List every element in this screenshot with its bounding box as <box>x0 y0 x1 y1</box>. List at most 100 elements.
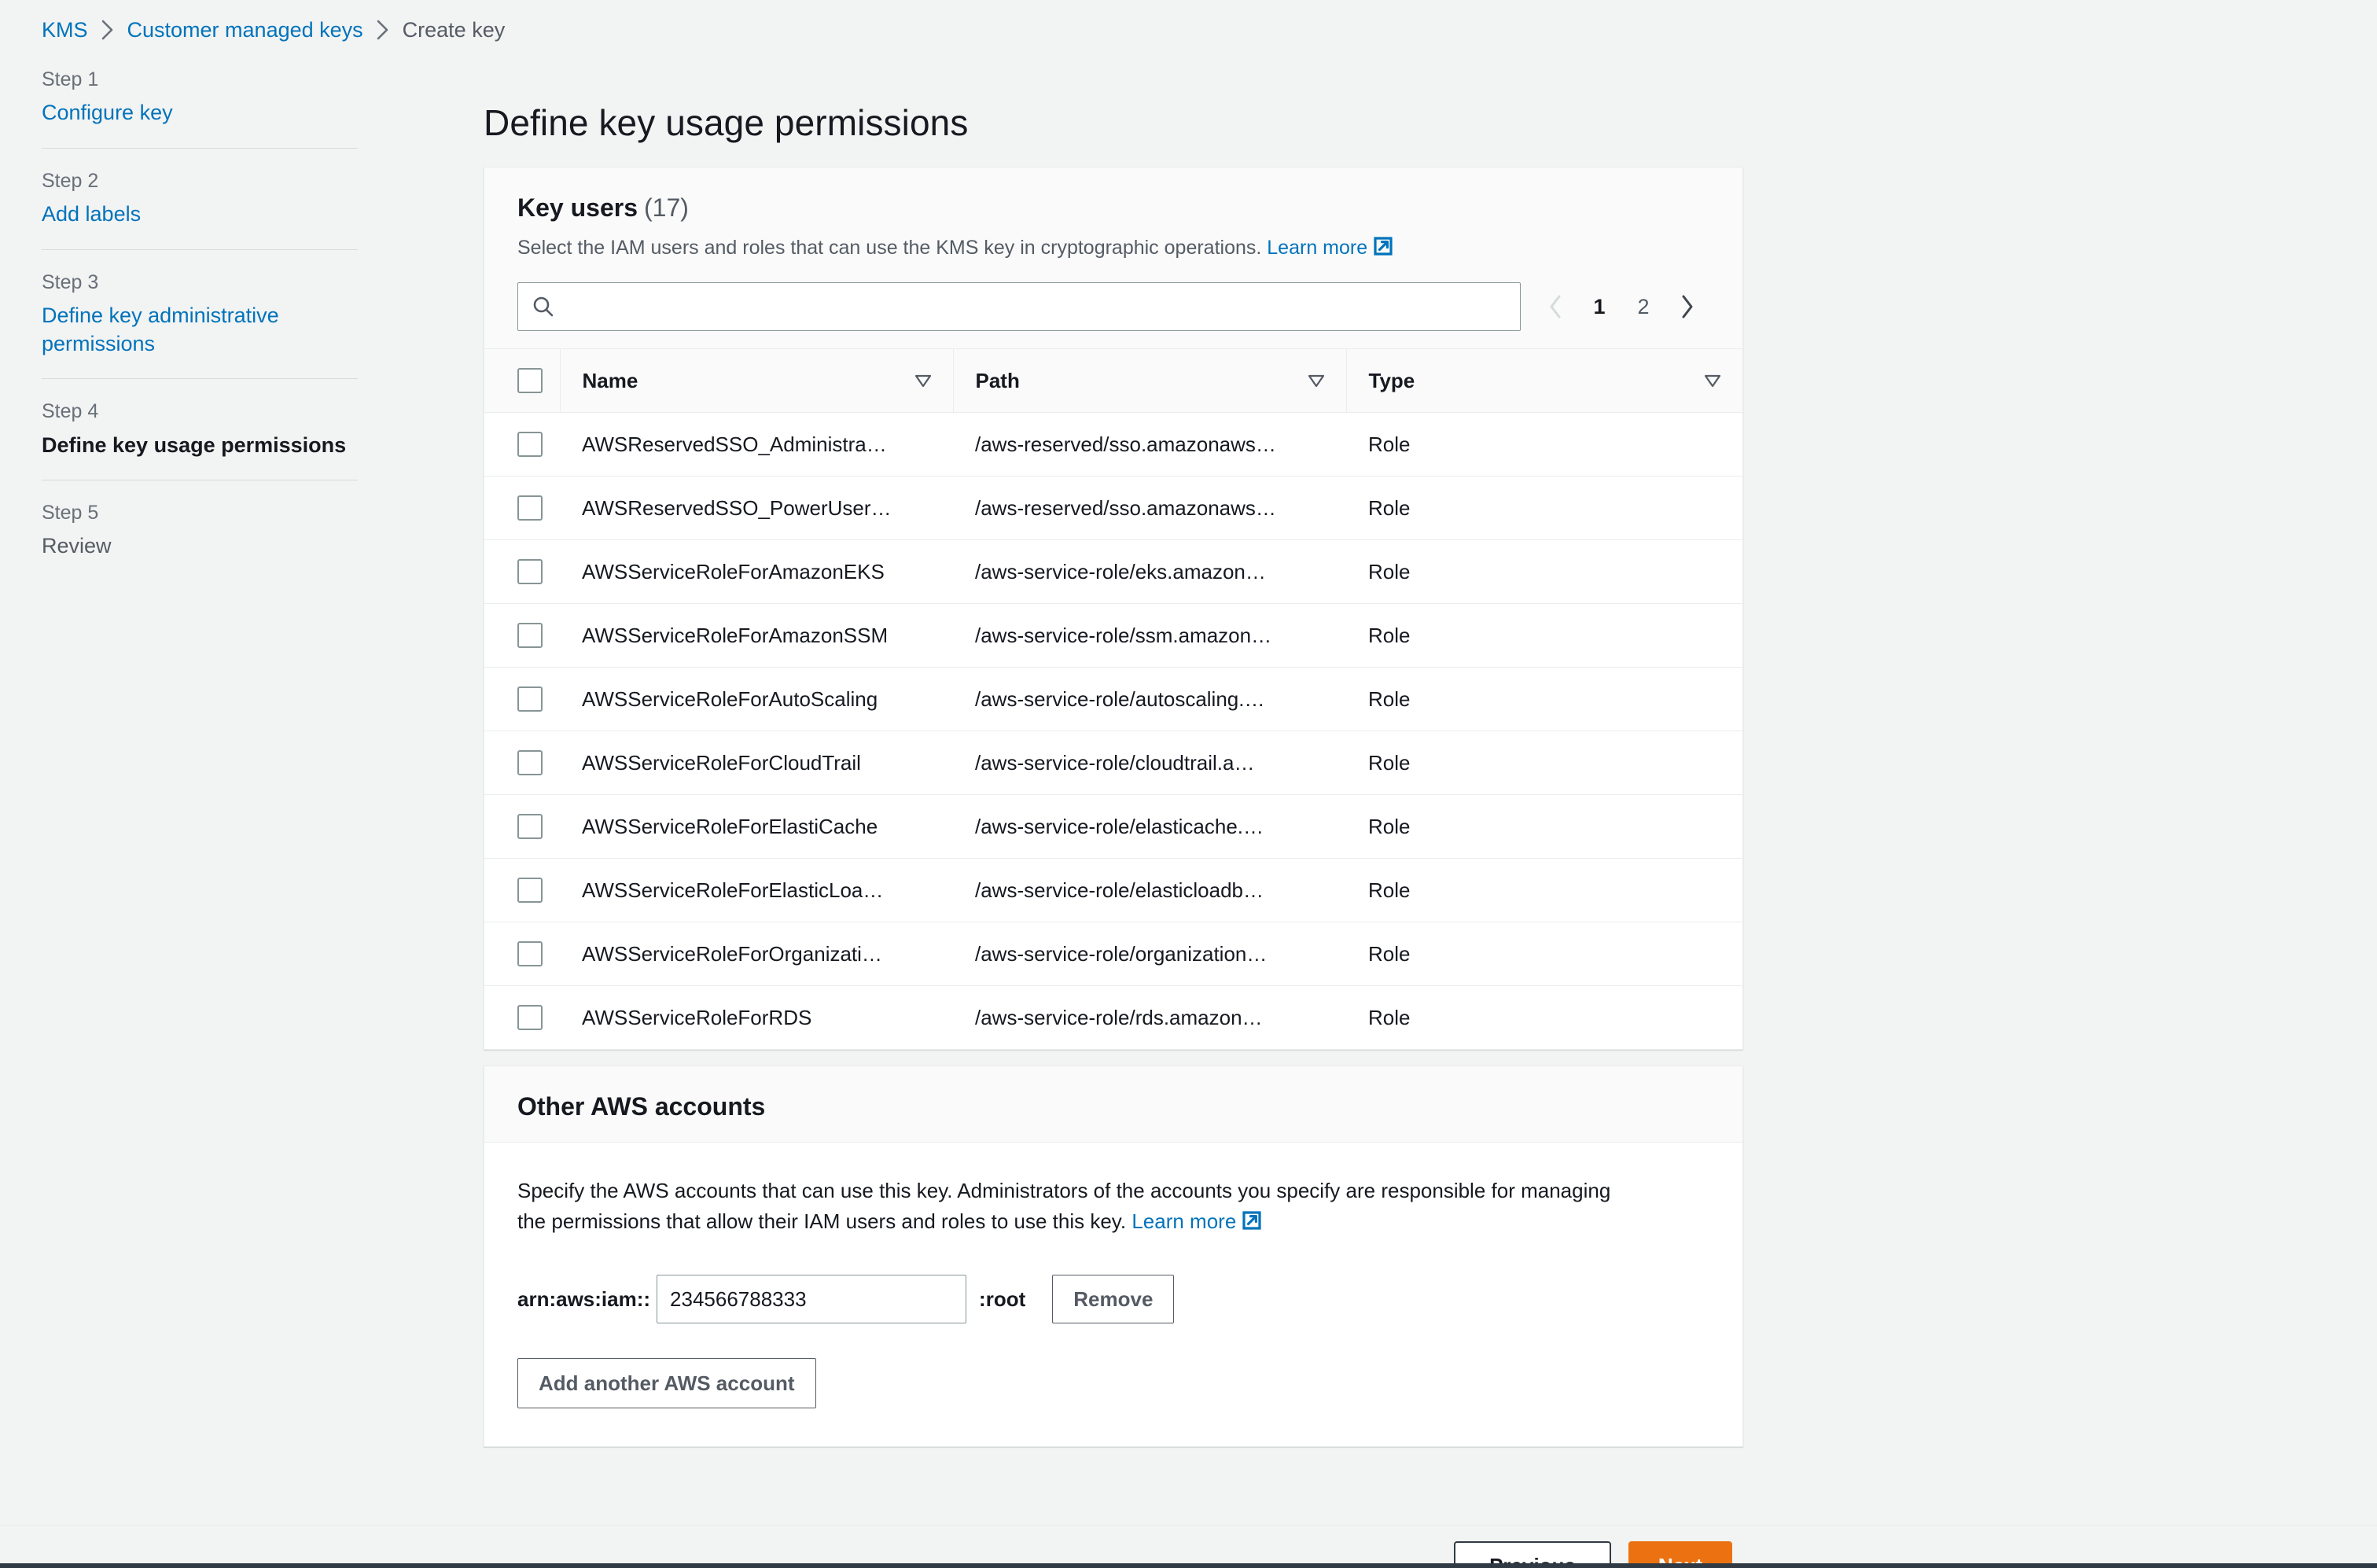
breadcrumb-item-create-key: Create key <box>403 18 506 42</box>
row-type-text: Role <box>1368 815 1742 839</box>
pagination-previous-button[interactable] <box>1533 285 1577 329</box>
remove-account-button[interactable]: Remove <box>1052 1275 1174 1323</box>
row-path-text: /aws-service-role/elasticache.… <box>975 815 1346 839</box>
row-name-text: AWSServiceRoleForAmazonEKS <box>582 560 953 584</box>
pagination-page-1[interactable]: 1 <box>1577 285 1621 329</box>
table-header-name: Name <box>560 349 953 413</box>
row-name-text: AWSServiceRoleForAutoScaling <box>582 687 953 712</box>
arn-prefix-label: arn:aws:iam:: <box>517 1287 650 1312</box>
row-type-text: Role <box>1368 942 1742 966</box>
table-row[interactable]: AWSServiceRoleForOrganizati… /aws-servic… <box>484 922 1742 986</box>
wizard-step-4: Step 4 Define key usage permissions <box>42 379 358 480</box>
wizard-step-3-number: Step 3 <box>42 271 358 295</box>
row-checkbox[interactable] <box>517 686 543 712</box>
table-row[interactable]: AWSReservedSSO_Administra… /aws-reserved… <box>484 413 1742 477</box>
table-row[interactable]: AWSServiceRoleForRDS /aws-service-role/r… <box>484 986 1742 1050</box>
row-name-cell: AWSReservedSSO_Administra… <box>560 413 953 477</box>
table-row[interactable]: AWSServiceRoleForCloudTrail /aws-service… <box>484 731 1742 795</box>
key-users-learn-more-link[interactable]: Learn more <box>1267 237 1367 259</box>
row-checkbox[interactable] <box>517 941 543 966</box>
row-name-text: AWSServiceRoleForElastiCache <box>582 815 953 839</box>
row-path-text: /aws-reserved/sso.amazonaws… <box>975 496 1346 521</box>
wizard-step-1: Step 1 Configure key <box>42 68 358 149</box>
row-type-text: Role <box>1368 496 1742 521</box>
other-aws-accounts-card: Other AWS accounts Specify the AWS accou… <box>484 1066 1743 1447</box>
row-checkbox[interactable] <box>517 432 543 457</box>
row-name-cell: AWSServiceRoleForAutoScaling <box>560 668 953 731</box>
table-row[interactable]: AWSServiceRoleForAutoScaling /aws-servic… <box>484 668 1742 731</box>
row-type-cell: Role <box>1346 986 1742 1050</box>
row-checkbox[interactable] <box>517 1005 543 1030</box>
row-checkbox[interactable] <box>517 623 543 648</box>
table-row[interactable]: AWSServiceRoleForElastiCache /aws-servic… <box>484 795 1742 859</box>
key-users-search-input[interactable] <box>565 282 1506 331</box>
search-icon <box>532 296 554 318</box>
key-users-table: Name Path Type <box>484 348 1742 1049</box>
wizard-step-5-number: Step 5 <box>42 501 358 525</box>
key-users-count: (17) <box>644 193 689 222</box>
row-path-cell: /aws-service-role/autoscaling.… <box>953 668 1346 731</box>
row-type-cell: Role <box>1346 795 1742 859</box>
row-checkbox[interactable] <box>517 495 543 521</box>
row-select-cell <box>484 668 560 731</box>
table-row[interactable]: AWSServiceRoleForElasticLoa… /aws-servic… <box>484 859 1742 922</box>
bottom-rule <box>0 1563 2377 1568</box>
chevron-right-icon <box>376 20 390 40</box>
other-accounts-learn-more-link[interactable]: Learn more <box>1131 1209 1236 1233</box>
row-path-text: /aws-reserved/sso.amazonaws… <box>975 432 1346 457</box>
row-type-text: Role <box>1368 560 1742 584</box>
row-path-text: /aws-service-role/organization… <box>975 942 1346 966</box>
table-row[interactable]: AWSReservedSSO_PowerUser… /aws-reserved/… <box>484 477 1742 540</box>
table-header-row: Name Path Type <box>484 349 1742 413</box>
row-path-cell: /aws-service-role/elasticloadb… <box>953 859 1346 922</box>
row-path-text: /aws-service-role/elasticloadb… <box>975 878 1346 903</box>
row-path-text: /aws-service-role/ssm.amazon… <box>975 624 1346 648</box>
bottom-action-bar: Previous Next <box>0 1525 2377 1568</box>
row-path-cell: /aws-service-role/cloudtrail.a… <box>953 731 1346 795</box>
row-checkbox[interactable] <box>517 750 543 775</box>
row-select-cell <box>484 413 560 477</box>
row-name-text: AWSReservedSSO_Administra… <box>582 432 953 457</box>
breadcrumb-item-customer-managed-keys[interactable]: Customer managed keys <box>127 18 363 42</box>
row-name-cell: AWSServiceRoleForAmazonEKS <box>560 540 953 604</box>
wizard-step-3-label[interactable]: Define key administrative permissions <box>42 302 358 358</box>
row-path-cell: /aws-reserved/sso.amazonaws… <box>953 477 1346 540</box>
key-users-table-body: AWSReservedSSO_Administra… /aws-reserved… <box>484 413 1742 1050</box>
row-type-text: Role <box>1368 687 1742 712</box>
other-accounts-body: Specify the AWS accounts that can use th… <box>484 1143 1742 1446</box>
select-all-checkbox[interactable] <box>517 368 543 393</box>
wizard-step-1-label[interactable]: Configure key <box>42 99 358 127</box>
row-checkbox[interactable] <box>517 878 543 903</box>
add-another-aws-account-button[interactable]: Add another AWS account <box>517 1358 816 1408</box>
row-checkbox[interactable] <box>517 559 543 584</box>
row-select-cell <box>484 986 560 1050</box>
row-name-text: AWSServiceRoleForOrganizati… <box>582 942 953 966</box>
table-row[interactable]: AWSServiceRoleForAmazonSSM /aws-service-… <box>484 604 1742 668</box>
row-type-text: Role <box>1368 624 1742 648</box>
row-select-cell <box>484 604 560 668</box>
table-header-type-label: Type <box>1369 369 1415 393</box>
sort-descending-icon[interactable] <box>1703 371 1722 390</box>
table-row[interactable]: AWSServiceRoleForAmazonEKS /aws-service-… <box>484 540 1742 604</box>
row-type-text: Role <box>1368 1006 1742 1030</box>
pagination-next-button[interactable] <box>1665 285 1709 329</box>
row-checkbox[interactable] <box>517 814 543 839</box>
sort-descending-icon[interactable] <box>914 371 933 390</box>
sort-descending-icon[interactable] <box>1307 371 1326 390</box>
page-title: Define key usage permissions <box>484 101 968 144</box>
row-type-cell: Role <box>1346 922 1742 986</box>
row-type-cell: Role <box>1346 477 1742 540</box>
row-select-cell <box>484 795 560 859</box>
row-select-cell <box>484 477 560 540</box>
row-path-cell: /aws-service-role/eks.amazon… <box>953 540 1346 604</box>
wizard-step-2-label[interactable]: Add labels <box>42 201 358 229</box>
row-name-text: AWSServiceRoleForAmazonSSM <box>582 624 953 648</box>
breadcrumb-item-kms[interactable]: KMS <box>42 18 88 42</box>
key-users-header: Key users(17) Select the IAM users and r… <box>484 167 1742 282</box>
aws-account-id-input[interactable] <box>657 1275 966 1323</box>
row-path-cell: /aws-service-role/elasticache.… <box>953 795 1346 859</box>
row-select-cell <box>484 540 560 604</box>
row-type-text: Role <box>1368 751 1742 775</box>
pagination-page-2[interactable]: 2 <box>1621 285 1665 329</box>
key-users-search-box[interactable] <box>517 282 1521 331</box>
